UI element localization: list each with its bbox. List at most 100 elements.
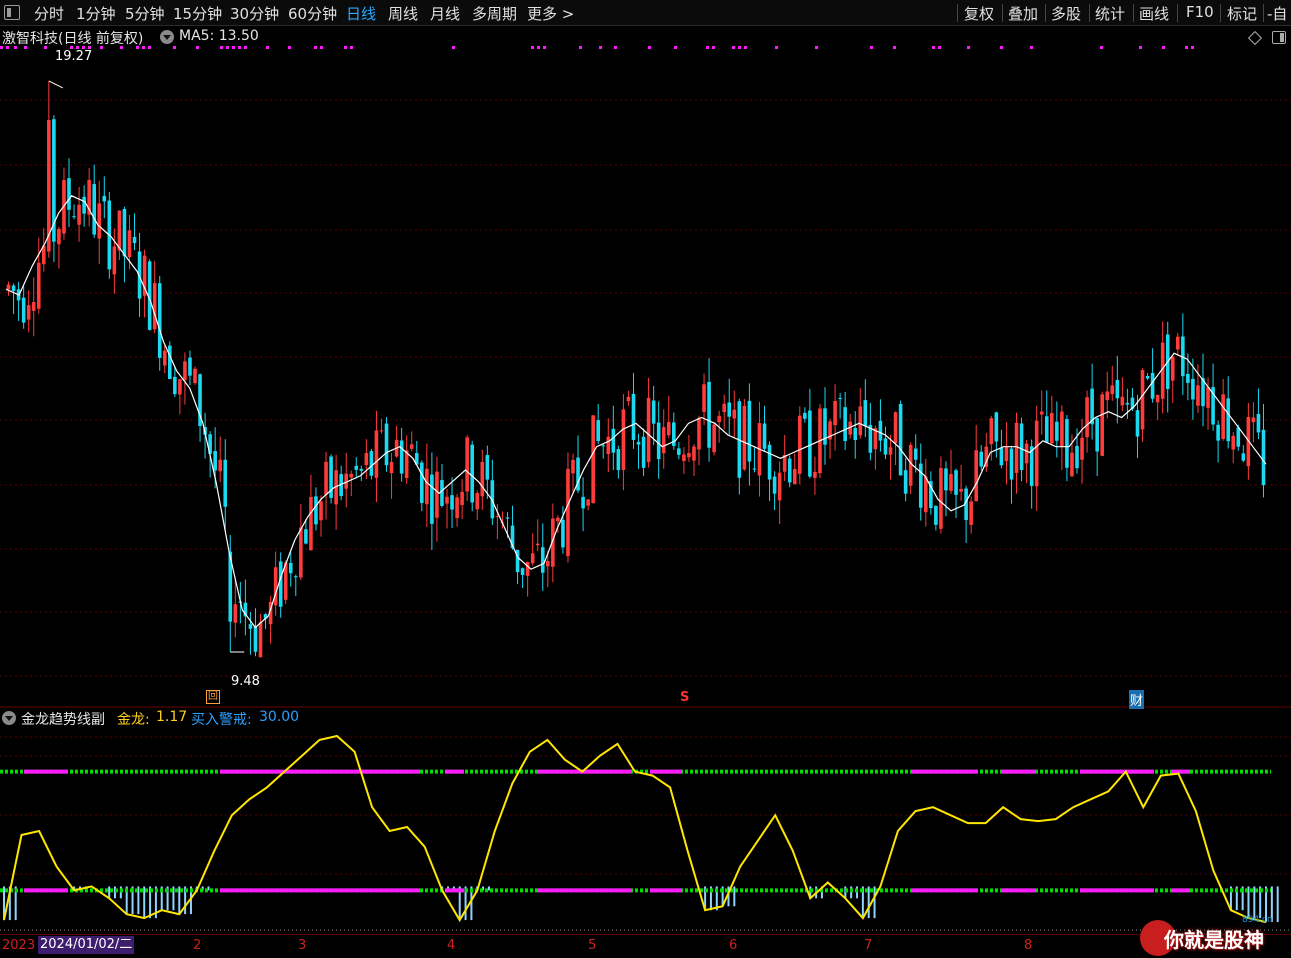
- candle-body: [1019, 423, 1024, 471]
- stock-title: 激智科技(日线 前复权): [2, 31, 144, 47]
- window-icon[interactable]: [1272, 31, 1286, 44]
- candle-body: [803, 412, 807, 419]
- jinlong-label: 金龙:: [117, 712, 150, 728]
- candle-body: [1206, 387, 1210, 408]
- candle-body: [294, 576, 298, 578]
- candle-body: [1251, 417, 1256, 423]
- candle-body: [425, 468, 429, 505]
- buy-alert-value: 30.00: [259, 709, 300, 725]
- candle-body: [420, 462, 424, 504]
- candle-body: [702, 384, 706, 412]
- candle-body: [349, 473, 354, 478]
- candle-body: [374, 430, 379, 478]
- candle-body: [278, 561, 283, 607]
- candle-body: [233, 604, 238, 623]
- candle-body: [485, 455, 490, 480]
- candle-body: [546, 560, 550, 567]
- candle-body: [57, 228, 61, 245]
- candle-body: [26, 305, 31, 320]
- candle-body: [1155, 394, 1160, 403]
- candle-body: [132, 236, 137, 244]
- finance-marker[interactable]: 财: [1129, 690, 1145, 709]
- candle-body: [888, 447, 893, 455]
- signal-dot: [196, 46, 199, 49]
- candle-body: [1085, 397, 1089, 438]
- candle-body: [455, 497, 459, 519]
- x-axis-month-4: 4: [447, 938, 456, 953]
- candle-body: [1231, 435, 1236, 450]
- candle-body: [465, 437, 469, 492]
- candle-body: [314, 496, 318, 525]
- x-axis-month-8: 8: [1024, 938, 1033, 953]
- kline-chart[interactable]: [0, 0, 1291, 934]
- candle-body: [561, 519, 565, 548]
- signal-dot: [706, 46, 709, 49]
- candle-body: [1065, 419, 1069, 468]
- low-price-label: 9.48: [231, 674, 260, 689]
- candle-body: [1050, 413, 1054, 444]
- x-axis: 2023 2024/01/02/二 2 3 4 5 6 7 8: [0, 934, 1291, 958]
- return-marker[interactable]: 回: [206, 690, 220, 704]
- candle-body: [399, 440, 404, 474]
- candle-body: [772, 476, 777, 494]
- x-axis-month-5: 5: [588, 938, 597, 953]
- candle-body: [505, 517, 510, 519]
- candle-body: [1176, 336, 1180, 350]
- candle-body: [530, 553, 535, 564]
- signal-dot: [712, 46, 715, 49]
- candle-body: [641, 436, 646, 468]
- watermark-url: 894.cn: [1242, 915, 1273, 925]
- candle-body: [636, 441, 641, 445]
- candle-body: [309, 497, 313, 551]
- candle-body: [959, 488, 963, 492]
- candle-body: [21, 297, 26, 323]
- candle-body: [838, 397, 842, 399]
- candle-body: [682, 454, 686, 462]
- signal-dot: [288, 46, 291, 49]
- candle-body: [1039, 411, 1044, 415]
- candle-body: [924, 476, 928, 513]
- candle-body: [430, 474, 434, 524]
- candle-body: [777, 472, 782, 501]
- candle-body: [1241, 453, 1246, 461]
- candle-body: [656, 422, 661, 460]
- ma5-line: [5, 195, 1267, 629]
- candle-body: [1170, 356, 1175, 381]
- indicator-settings-icon[interactable]: [2, 711, 16, 725]
- candle-body: [535, 543, 540, 546]
- x-axis-month-7: 7: [864, 938, 873, 953]
- candle-body: [571, 459, 575, 474]
- candle-body: [460, 491, 464, 506]
- candle-body: [813, 471, 817, 478]
- candle-body: [893, 412, 898, 444]
- candle-body: [470, 444, 474, 503]
- candle-body: [324, 461, 328, 495]
- s-marker[interactable]: S: [680, 690, 689, 705]
- candle-body: [31, 302, 36, 311]
- signal-dot: [220, 46, 223, 49]
- candle-body: [591, 415, 595, 504]
- candle-body: [1221, 394, 1225, 439]
- candle-body: [450, 495, 454, 510]
- candle-body: [999, 447, 1004, 466]
- candle-body: [213, 451, 217, 471]
- signal-dot: [732, 46, 735, 49]
- ma-settings-icon[interactable]: [160, 30, 174, 44]
- candle-body: [304, 529, 308, 544]
- candle-body: [747, 400, 752, 462]
- high-arrow: [48, 80, 64, 89]
- candle-body: [162, 350, 167, 366]
- candle-body: [1140, 369, 1145, 430]
- candle-body: [258, 622, 263, 658]
- signal-dot: [314, 46, 317, 49]
- signal-dot: [614, 46, 617, 49]
- candle-body: [677, 448, 681, 455]
- candle-body: [944, 468, 948, 491]
- candle-body: [939, 468, 943, 529]
- signal-dot: [1100, 46, 1103, 49]
- candle-body: [1236, 427, 1241, 447]
- candle-body: [359, 468, 364, 471]
- candle-body: [858, 406, 863, 436]
- candle-body: [223, 459, 228, 507]
- candle-body: [1044, 416, 1049, 443]
